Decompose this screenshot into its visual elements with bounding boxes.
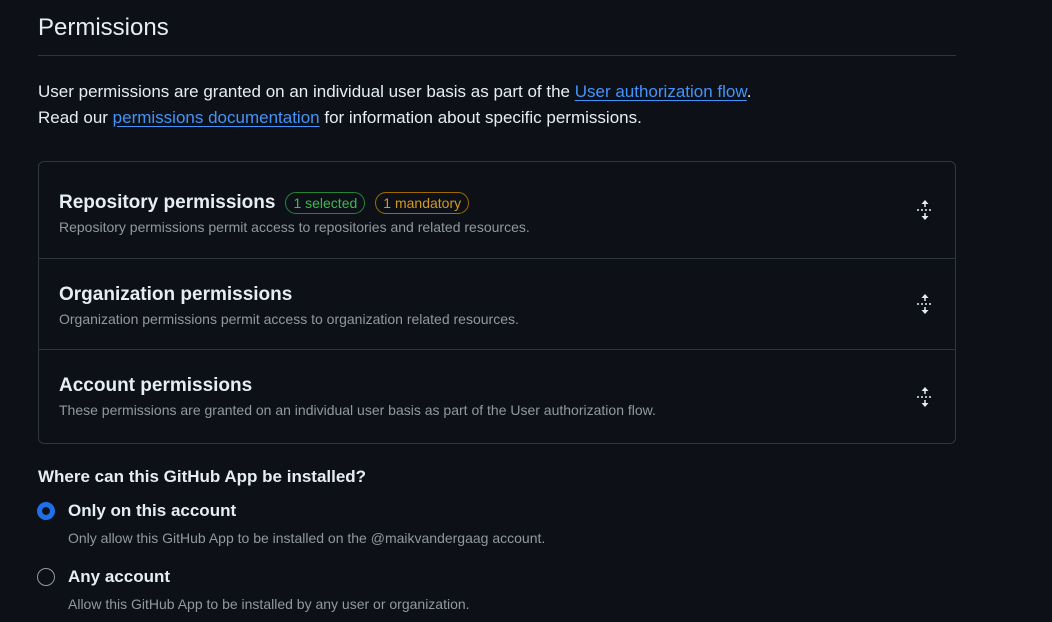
repository-permissions-description: Repository permissions permit access to … [59,219,530,235]
section-title: Permissions [38,0,956,56]
selected-count-badge: 1 selected [285,192,366,214]
install-option-any-account[interactable]: Any account Allow this GitHub App to be … [37,566,956,614]
permissions-list: Repository permissions 1 selected 1 mand… [38,161,956,444]
repository-permissions-row[interactable]: Repository permissions 1 selected 1 mand… [39,162,955,259]
intro-line-1-suffix: . [746,82,752,101]
organization-permissions-description: Organization permissions permit access t… [59,311,519,327]
install-location-question: Where can this GitHub App be installed? [38,467,367,486]
page: Permissions User permissions are granted… [0,0,1052,622]
intro-line-2-suffix: for information about specific permissio… [319,108,642,127]
intro-line-2: Read our permissions documentation for i… [38,105,956,131]
install-option-label[interactable]: Only on this account [68,500,956,522]
permissions-documentation-link[interactable]: permissions documentation [113,108,320,127]
install-option-description: Only allow this GitHub App to be install… [68,530,546,546]
radio-button-unselected[interactable] [37,568,55,586]
unfold-icon[interactable] [915,199,935,221]
perm-header: Account permissions [59,350,955,398]
account-permissions-description: These permissions are granted on an indi… [59,402,656,418]
organization-permissions-row[interactable]: Organization permissions Organization pe… [39,259,955,350]
intro-line-2-prefix: Read our [38,108,113,127]
intro-text: User permissions are granted on an indiv… [38,79,956,131]
mandatory-count-badge: 1 mandatory [375,192,470,214]
user-authorization-flow-link[interactable]: User authorization flow [575,82,747,101]
radio-button-selected[interactable] [37,502,55,520]
intro-line-1: User permissions are granted on an indiv… [38,79,956,105]
unfold-icon[interactable] [915,386,935,408]
account-permissions-title: Account permissions [59,375,253,396]
perm-header: Organization permissions [59,259,955,307]
repository-permissions-title: Repository permissions [59,192,276,213]
install-option-label[interactable]: Any account [68,566,956,588]
organization-permissions-title: Organization permissions [59,284,293,305]
install-option-description: Allow this GitHub App to be installed by… [68,596,470,612]
perm-header: Repository permissions 1 selected 1 mand… [59,162,955,215]
account-permissions-row[interactable]: Account permissions These permissions ar… [39,350,955,443]
unfold-icon[interactable] [915,293,935,315]
intro-line-1-prefix: User permissions are granted on an indiv… [38,82,575,101]
install-option-only-this-account[interactable]: Only on this account Only allow this Git… [37,500,956,548]
permissions-section: Permissions User permissions are granted… [37,0,956,614]
